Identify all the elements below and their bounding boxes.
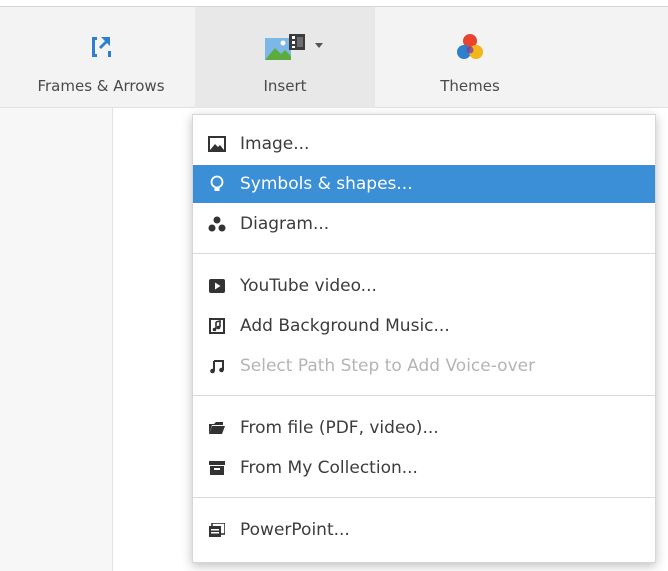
slides-panel[interactable] [0,108,113,571]
toolbar: Frames & Arrows Insert Themes [0,7,668,115]
menu-item-image[interactable]: Image... [193,125,655,163]
music-note-icon [208,357,226,375]
menu-item-from-my-collection[interactable]: From My Collection... [193,449,655,487]
menu-separator [193,497,655,498]
insert-label: Insert [263,77,307,95]
menu-item-add-background-music[interactable]: Add Background Music... [193,307,655,345]
menu-item-label: PowerPoint... [240,520,350,540]
menu-item-label: From My Collection... [240,458,418,478]
menu-item-label: Select Path Step to Add Voice-over [240,356,536,376]
top-border [0,0,668,7]
powerpoint-icon [208,521,226,539]
themes-label: Themes [440,77,500,95]
menu-item-powerpoint[interactable]: PowerPoint... [193,511,655,549]
menu-item-from-file[interactable]: From file (PDF, video)... [193,409,655,447]
themes-button[interactable]: Themes [380,7,560,107]
menu-item-label: Diagram... [240,214,330,234]
menu-item-symbols-shapes[interactable]: Symbols & shapes... [193,165,655,203]
menu-item-label: Image... [240,134,310,154]
collection-icon [208,459,226,477]
insert-dropdown-menu: Image... Symbols & shapes... Diagram... … [192,114,656,563]
themes-icon [455,29,485,65]
menu-item-label: YouTube video... [240,276,377,296]
menu-item-youtube[interactable]: YouTube video... [193,267,655,305]
frames-arrows-icon [88,29,114,65]
frames-arrows-button[interactable]: Frames & Arrows [18,7,184,107]
music-file-icon [208,317,226,335]
youtube-icon [208,277,226,295]
menu-separator [193,253,655,254]
menu-item-diagram[interactable]: Diagram... [193,205,655,243]
insert-button[interactable]: Insert [195,7,375,115]
menu-item-label: Symbols & shapes... [240,174,413,194]
chevron-down-icon [315,43,323,48]
image-icon [208,135,226,153]
frames-arrows-label: Frames & Arrows [37,77,165,95]
menu-separator [193,395,655,396]
diagram-icon [208,215,226,233]
insert-media-icon [263,29,323,65]
folder-icon [208,419,226,437]
lightbulb-icon [208,175,226,193]
menu-item-label: Add Background Music... [240,316,450,336]
menu-item-voice-over: Select Path Step to Add Voice-over [193,347,655,385]
menu-item-label: From file (PDF, video)... [240,418,439,438]
